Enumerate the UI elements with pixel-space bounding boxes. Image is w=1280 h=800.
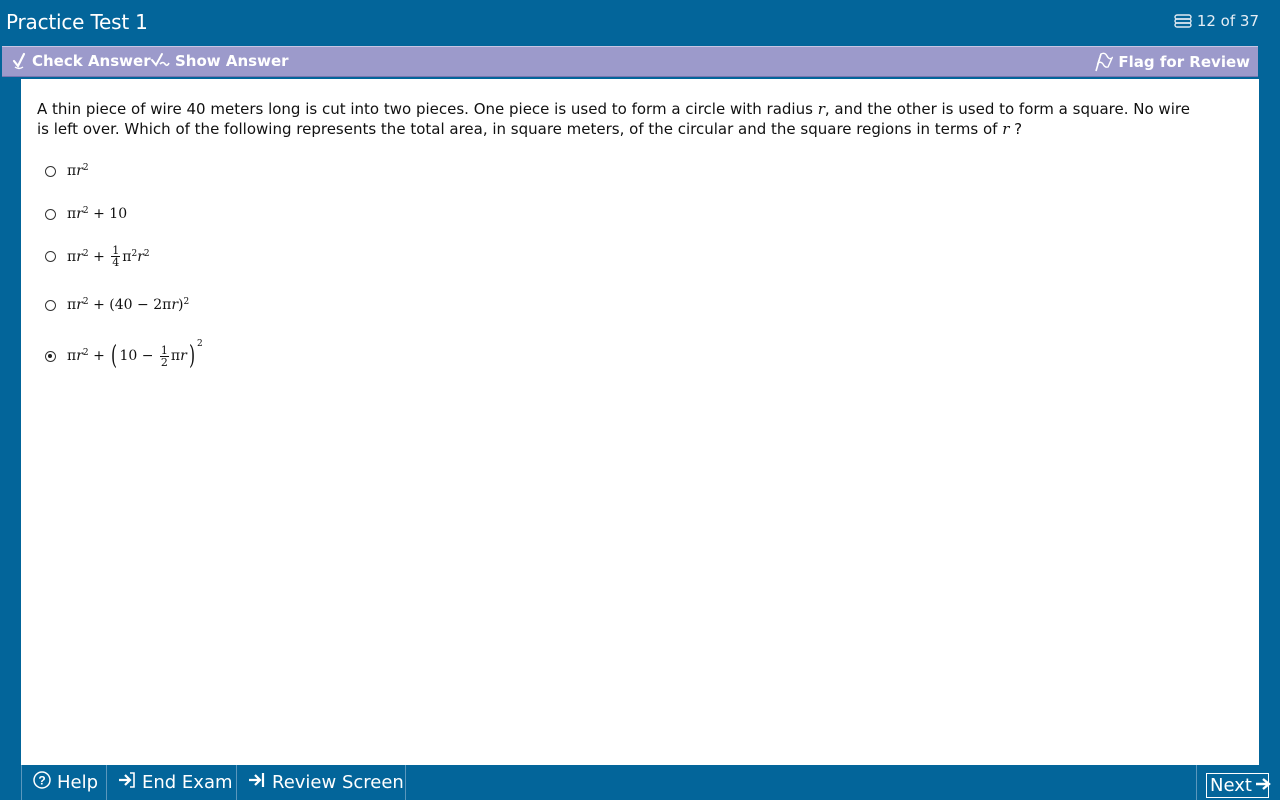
flag-for-review-button[interactable]: Flag for Review	[1093, 52, 1250, 72]
review-screen-label: Review Screen	[272, 772, 404, 793]
show-answer-label: Show Answer	[175, 52, 289, 70]
exponent: 2	[82, 163, 89, 173]
flag-for-review-label: Flag for Review	[1118, 53, 1250, 71]
exponent: 2	[82, 348, 89, 358]
exponent: 2	[82, 206, 89, 216]
help-label: Help	[57, 772, 99, 793]
fraction: 14	[111, 245, 121, 269]
paren: (	[111, 341, 118, 371]
radio-button[interactable]	[45, 251, 56, 262]
counter-text: 12 of 37	[1196, 12, 1259, 30]
question-panel: A thin piece of wire 40 meters long is c…	[21, 79, 1259, 765]
plus-sign: +	[93, 348, 105, 364]
radio-button[interactable]	[45, 165, 56, 177]
variable-r: r	[76, 163, 83, 179]
bottom-navigation-bar: ? Help End Exam Review Screen Next	[21, 765, 1280, 800]
denominator: 4	[112, 256, 120, 269]
variable-r: r	[171, 297, 179, 313]
next-button[interactable]: Next	[1206, 773, 1271, 798]
review-screen-icon	[248, 772, 266, 793]
fraction: 12	[159, 343, 169, 369]
flag-icon	[1093, 52, 1114, 72]
svg-text:?: ?	[38, 774, 45, 788]
check-answer-label: Check Answer	[32, 52, 151, 70]
help-button[interactable]: ? Help	[21, 765, 107, 800]
show-answer-button[interactable]: Show Answer	[150, 52, 289, 70]
exponent: 2	[82, 248, 89, 259]
end-exam-label: End Exam	[142, 772, 233, 793]
check-icon	[11, 52, 27, 70]
variable-r: r	[76, 348, 83, 364]
plus-sign: +	[93, 248, 105, 265]
question-list-icon	[1173, 14, 1193, 28]
radio-button[interactable]	[45, 299, 56, 311]
expression-part: (40 − 2	[109, 297, 163, 313]
choice-expression: πr2 + (10 − 12 π r) 2	[67, 339, 203, 371]
pi-symbol: π	[67, 248, 77, 265]
exponent: 2	[82, 297, 89, 307]
page-title: Practice Test 1	[6, 10, 148, 34]
pi-symbol: π	[122, 248, 132, 265]
question-text-part3: ?	[1009, 120, 1023, 138]
variable-r: r	[137, 248, 144, 265]
answer-choice-b[interactable]: πr2 + 10	[45, 206, 127, 222]
number: 10	[109, 206, 128, 222]
choice-expression: πr2 + (40 − 2 π r) 2	[67, 297, 189, 313]
denominator: 2	[160, 355, 168, 369]
answer-choice-e[interactable]: πr2 + (10 − 12 π r) 2	[45, 339, 203, 371]
next-label: Next	[1210, 775, 1252, 796]
end-exam-icon	[118, 772, 136, 793]
variable-r: r	[180, 348, 187, 364]
paren: )	[188, 341, 195, 371]
exponent: 2	[143, 248, 150, 259]
choice-expression: πr2	[67, 163, 89, 179]
pi-symbol: π	[162, 297, 172, 313]
question-text: A thin piece of wire 40 meters long is c…	[37, 99, 1197, 139]
pi-symbol: π	[170, 348, 181, 364]
end-exam-button[interactable]: End Exam	[107, 765, 237, 800]
help-icon: ?	[33, 771, 51, 794]
next-button-area: Next	[1196, 765, 1280, 800]
pi-symbol: π	[67, 348, 77, 364]
radio-button[interactable]	[45, 208, 56, 220]
toolbar: Check Answer Show Answer Flag for Review	[2, 46, 1258, 77]
radio-button-selected[interactable]	[45, 350, 56, 362]
answer-choice-a[interactable]: πr2	[45, 163, 89, 179]
pi-symbol: π	[67, 206, 77, 222]
question-counter: 12 of 37	[1173, 12, 1259, 30]
exponent: 2	[196, 339, 203, 349]
show-answer-icon	[150, 52, 170, 70]
arrow-right-icon	[1255, 775, 1271, 796]
exponent: 2	[131, 248, 138, 259]
choice-expression: πr2 + 14 π2r2	[67, 245, 150, 268]
answer-choice-d[interactable]: πr2 + (40 − 2 π r) 2	[45, 297, 189, 313]
answer-choice-c[interactable]: πr2 + 14 π2r2	[45, 245, 150, 268]
exponent: 2	[183, 297, 190, 307]
numerator: 1	[159, 343, 169, 357]
plus-sign: +	[93, 297, 105, 313]
check-answer-button[interactable]: Check Answer	[11, 52, 151, 70]
pi-symbol: π	[67, 297, 77, 313]
plus-sign: +	[93, 206, 105, 222]
variable-r: r	[76, 297, 83, 313]
title-bar: Practice Test 1 12 of 37	[0, 0, 1280, 44]
expression-part: 10 −	[119, 348, 154, 364]
variable-r: r	[76, 206, 83, 222]
variable-r: r	[817, 100, 825, 118]
variable-r: r	[76, 248, 83, 265]
pi-symbol: π	[67, 163, 77, 179]
question-text-part1: A thin piece of wire 40 meters long is c…	[37, 100, 818, 118]
choice-expression: πr2 + 10	[67, 206, 127, 222]
review-screen-button[interactable]: Review Screen	[237, 765, 406, 800]
